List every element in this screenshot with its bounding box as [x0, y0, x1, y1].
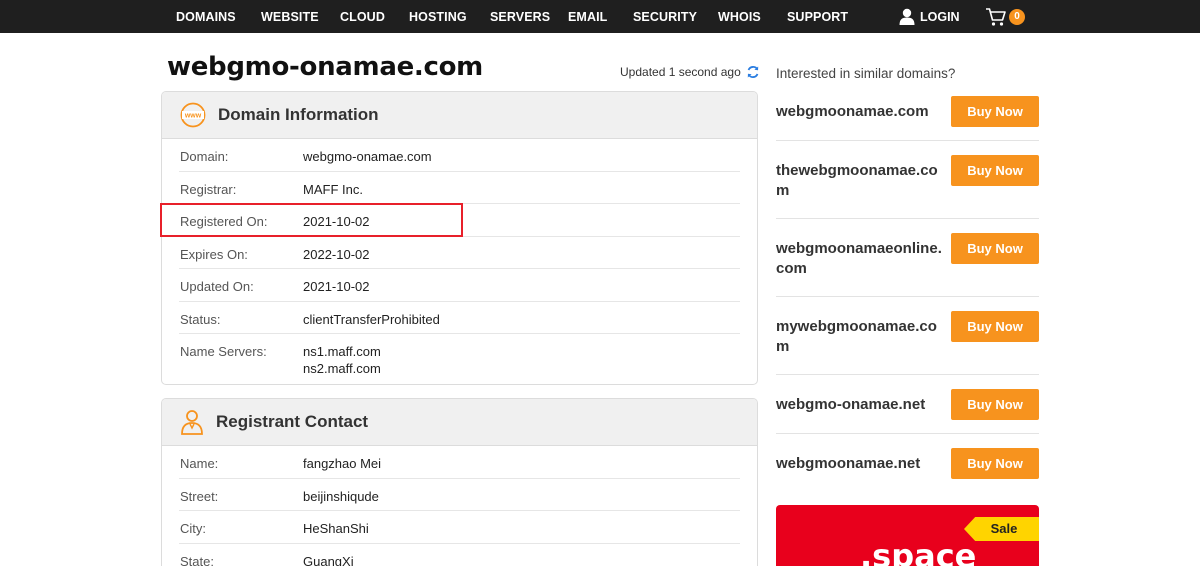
divider: [776, 296, 1039, 297]
info-row-name-servers: Name Servers: ns1.maff.com ns2.maff.com: [179, 334, 740, 380]
domain-info-card: www Domain Information Domain: webgmo-on…: [161, 91, 758, 385]
row-value: MAFF Inc.: [303, 181, 363, 197]
suggestion-item: webgmoonamae.net Buy Now: [776, 448, 1039, 480]
login-link[interactable]: LOGIN: [899, 0, 960, 33]
nav-email[interactable]: EMAIL: [568, 0, 607, 33]
suggestion-domain[interactable]: thewebgmoonamae.com: [776, 161, 946, 201]
contact-row-state: State: GuangXi: [179, 544, 740, 566]
info-row-updated-on: Updated On: 2021-10-02: [179, 269, 740, 302]
domain-info-header: www Domain Information: [162, 92, 757, 139]
buy-now-button[interactable]: Buy Now: [951, 389, 1039, 420]
updated-status: Updated 1 second ago: [620, 65, 760, 79]
buy-now-button[interactable]: Buy Now: [951, 233, 1039, 264]
domain-info-title: Domain Information: [218, 105, 379, 124]
suggestion-domain[interactable]: webgmoonamae.com: [776, 102, 946, 122]
row-value-secondary: ns2.maff.com: [303, 361, 381, 376]
buy-now-button[interactable]: Buy Now: [951, 155, 1039, 186]
page-title: webgmo-onamae.com: [167, 52, 483, 82]
nav-domains[interactable]: DOMAINS: [176, 0, 236, 33]
row-label: Domain:: [180, 149, 229, 164]
nav-support[interactable]: SUPPORT: [787, 0, 848, 33]
buy-now-button[interactable]: Buy Now: [951, 311, 1039, 342]
row-label: Street:: [180, 488, 219, 504]
row-value: webgmo-onamae.com: [303, 149, 432, 164]
registrant-header: Registrant Contact: [162, 399, 757, 446]
divider: [776, 374, 1039, 375]
contact-row-name: Name: fangzhao Mei: [179, 446, 740, 479]
info-row-expires-on: Expires On: 2022-10-02: [179, 237, 740, 269]
nav-security[interactable]: SECURITY: [633, 0, 697, 33]
buy-now-button[interactable]: Buy Now: [951, 96, 1039, 127]
www-globe-icon: www: [180, 102, 206, 128]
row-value: 2022-10-02: [303, 246, 370, 262]
cart-count-badge: 0: [1009, 9, 1025, 25]
nav-cloud[interactable]: CLOUD: [340, 0, 385, 33]
promo-tld: .space: [860, 537, 977, 566]
row-label: Expires On:: [180, 246, 248, 262]
suggestion-item: webgmoonamaeonline.com Buy Now: [776, 233, 1039, 277]
suggestion-item: mywebgmoonamae.com Buy Now: [776, 311, 1039, 355]
svg-text:www: www: [184, 113, 202, 120]
person-icon: [181, 410, 203, 435]
info-row-domain: Domain: webgmo-onamae.com: [179, 139, 740, 172]
row-value: 2021-10-02: [303, 279, 370, 294]
row-value: HeShanShi: [303, 521, 369, 536]
suggestion-domain[interactable]: webgmoonamae.net: [776, 454, 946, 474]
row-label: Name Servers:: [180, 344, 267, 359]
divider: [776, 218, 1039, 219]
row-label: Status:: [180, 311, 221, 327]
promo-banner[interactable]: Sale .space: [776, 505, 1039, 566]
divider: [776, 433, 1039, 434]
highlight-box: [160, 203, 463, 237]
row-label: State:: [180, 553, 214, 566]
nav-hosting[interactable]: HOSTING: [409, 0, 467, 33]
suggestion-item: webgmoonamae.com Buy Now: [776, 96, 1039, 128]
suggestions-heading: Interested in similar domains?: [776, 66, 956, 81]
top-navbar: DOMAINS WEBSITE CLOUD HOSTING SERVERS EM…: [0, 0, 1200, 33]
suggestion-item: thewebgmoonamae.com Buy Now: [776, 155, 1039, 199]
login-label: LOGIN: [920, 9, 960, 24]
contact-row-street: Street: beijinshiqude: [179, 479, 740, 511]
nav-servers[interactable]: SERVERS: [490, 0, 550, 33]
row-value: beijinshiqude: [303, 488, 379, 504]
row-value: clientTransferProhibited: [303, 311, 440, 327]
row-value: ns1.maff.com: [303, 344, 381, 359]
nav-website[interactable]: WEBSITE: [261, 0, 319, 33]
row-label: City:: [180, 521, 206, 536]
row-label: Name:: [180, 456, 219, 471]
divider: [776, 140, 1039, 141]
user-icon: [899, 8, 915, 25]
updated-text: Updated 1 second ago: [620, 65, 741, 79]
info-row-registrar: Registrar: MAFF Inc.: [179, 172, 740, 204]
buy-now-button[interactable]: Buy Now: [951, 448, 1039, 479]
row-value: fangzhao Mei: [303, 456, 382, 471]
suggestion-domain[interactable]: webgmoonamaeonline.com: [776, 239, 946, 279]
cart-icon: [986, 8, 1006, 26]
info-row-status: Status: clientTransferProhibited: [179, 302, 740, 334]
suggestion-domain[interactable]: webgmo-onamae.net: [776, 395, 946, 415]
registrant-title: Registrant Contact: [216, 412, 369, 431]
contact-row-city: City: HeShanShi: [179, 511, 740, 544]
row-value: GuangXi: [303, 553, 354, 566]
nav-whois[interactable]: WHOIS: [718, 0, 761, 33]
suggestion-item: webgmo-onamae.net Buy Now: [776, 389, 1039, 421]
suggestion-domain[interactable]: mywebgmoonamae.com: [776, 317, 946, 357]
registrant-card: Registrant Contact Name: fangzhao Mei St…: [161, 398, 758, 566]
row-label: Updated On:: [180, 279, 254, 294]
refresh-icon[interactable]: [746, 65, 760, 79]
row-label: Registrar:: [180, 181, 237, 197]
cart-button[interactable]: 0: [985, 6, 1025, 28]
